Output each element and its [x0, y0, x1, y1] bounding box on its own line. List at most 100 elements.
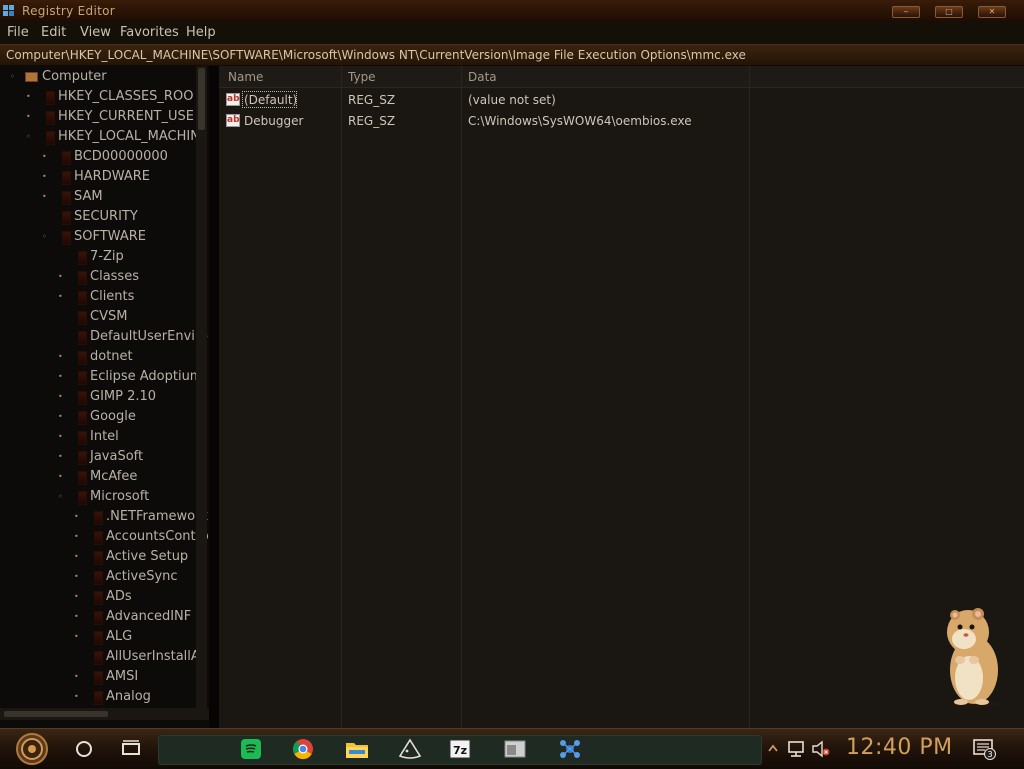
pane-splitter[interactable]	[209, 66, 219, 728]
tree-node[interactable]: • Intel	[0, 428, 196, 448]
tree-node[interactable]: • Active Setup	[0, 548, 196, 568]
window-app-icon[interactable]	[503, 737, 527, 761]
expand-arrow-icon[interactable]: •	[74, 533, 82, 541]
expand-arrow-icon[interactable]: •	[74, 513, 82, 521]
tree-node[interactable]: • GIMP 2.10	[0, 388, 196, 408]
expand-arrow-icon[interactable]: •	[58, 433, 66, 441]
tree-node[interactable]: CVSM	[0, 308, 196, 328]
scrollbar-thumb[interactable]	[4, 711, 108, 717]
collapse-arrow-icon[interactable]: ◦	[42, 233, 50, 241]
tree-node[interactable]: • Analog	[0, 688, 196, 708]
tree-node[interactable]: ◦ SOFTWARE	[0, 228, 196, 248]
expand-arrow-icon[interactable]: •	[58, 473, 66, 481]
address-bar[interactable]: Computer\HKEY_LOCAL_MACHINE\SOFTWARE\Mic…	[0, 44, 1024, 66]
tree-node[interactable]: ◦ Computer	[0, 68, 196, 88]
tree-node[interactable]: • ADs	[0, 588, 196, 608]
tree-node[interactable]: • AccountsContro	[0, 528, 209, 548]
tree-node[interactable]: • McAfee	[0, 468, 196, 488]
expand-arrow-icon[interactable]: •	[58, 393, 66, 401]
menu-edit[interactable]: Edit	[41, 25, 66, 40]
show-hidden-icons-icon[interactable]	[766, 737, 780, 761]
column-divider[interactable]	[341, 66, 342, 728]
tree-node[interactable]: • Classes	[0, 268, 196, 288]
expand-arrow-icon[interactable]: •	[58, 293, 66, 301]
tree-node[interactable]: DefaultUserEnviror	[0, 328, 209, 348]
expand-arrow-icon[interactable]: •	[26, 113, 34, 121]
expand-arrow-icon[interactable]: •	[58, 453, 66, 461]
spotify-icon[interactable]	[239, 737, 263, 761]
tree-node[interactable]: • dotnet	[0, 348, 196, 368]
tree-node[interactable]: • AdvancedINF S	[0, 608, 204, 628]
value-row-debugger[interactable]: ab Debugger REG_SZ C:\Windows\SysWOW64\o…	[219, 111, 1024, 131]
tree-vertical-scrollbar[interactable]	[196, 66, 207, 711]
column-divider[interactable]	[749, 66, 750, 728]
tree-node[interactable]: ◦ Microsoft	[0, 488, 196, 508]
close-button[interactable]: ✕	[978, 6, 1006, 18]
menu-view[interactable]: View	[80, 25, 111, 40]
column-type[interactable]: Type	[348, 70, 376, 84]
tree-node[interactable]: • SAM	[0, 188, 196, 208]
tree-node[interactable]: • Google	[0, 408, 196, 428]
tree-node[interactable]: SECURITY	[0, 208, 196, 228]
tree-node[interactable]: • BCD00000000	[0, 148, 196, 168]
column-name[interactable]: Name	[228, 70, 263, 84]
tree-node[interactable]: • HKEY_CURRENT_USE	[0, 108, 196, 128]
tree-horizontal-scrollbar[interactable]	[0, 708, 209, 720]
menu-help[interactable]: Help	[186, 25, 216, 40]
tree-node[interactable]: • ActiveSync	[0, 568, 196, 588]
file-explorer-icon[interactable]	[344, 737, 370, 761]
action-center-icon[interactable]: 3	[972, 737, 998, 761]
expand-arrow-icon[interactable]: •	[42, 193, 50, 201]
network-icon[interactable]	[786, 737, 808, 761]
column-divider[interactable]	[461, 66, 462, 728]
menu-file[interactable]: File	[7, 25, 29, 40]
minimize-button[interactable]: ‒	[892, 6, 920, 18]
expand-arrow-icon[interactable]: •	[58, 273, 66, 281]
tree-node[interactable]: • HKEY_CLASSES_ROO	[0, 88, 196, 108]
inkscape-icon[interactable]	[397, 737, 423, 761]
start-button-icon[interactable]	[12, 732, 52, 766]
menu-favorites[interactable]: Favorites	[120, 25, 179, 40]
collapse-arrow-icon[interactable]: ◦	[10, 73, 18, 81]
chrome-icon[interactable]	[291, 737, 315, 761]
scrollbar-thumb[interactable]	[198, 68, 205, 130]
network-app-icon[interactable]	[557, 737, 583, 761]
tree-node[interactable]: • .NETFramework	[0, 508, 208, 528]
expand-arrow-icon[interactable]: •	[74, 553, 82, 561]
value-row-default[interactable]: ab (Default) REG_SZ (value not set)	[219, 90, 1024, 110]
tree-node[interactable]: • JavaSoft	[0, 448, 196, 468]
tree-node[interactable]: ◦ HKEY_LOCAL_MACHIN	[0, 128, 200, 148]
tree-node[interactable]: 7-Zip	[0, 248, 196, 268]
column-data[interactable]: Data	[468, 70, 497, 84]
expand-arrow-icon[interactable]: •	[42, 173, 50, 181]
task-view-icon[interactable]	[119, 737, 143, 761]
expand-arrow-icon[interactable]: •	[58, 353, 66, 361]
registry-tree[interactable]: ◦ Computer • HKEY_CLASSES_ROO • HKEY_CURRENT_…	[0, 66, 209, 728]
expand-arrow-icon[interactable]: •	[74, 613, 82, 621]
tree-node[interactable]: • AMSI	[0, 668, 196, 688]
tree-node[interactable]: • HARDWARE	[0, 168, 196, 188]
hamster-pet-icon[interactable]	[938, 602, 1008, 710]
tree-node[interactable]: • Clients	[0, 288, 196, 308]
maximize-button[interactable]: □	[935, 6, 963, 18]
expand-arrow-icon[interactable]: •	[74, 673, 82, 681]
expand-arrow-icon[interactable]: •	[74, 693, 82, 701]
7zip-icon[interactable]: 7z	[448, 737, 472, 761]
expand-arrow-icon[interactable]: •	[58, 373, 66, 381]
search-circle-icon[interactable]	[72, 737, 96, 761]
tree-node[interactable]: • Eclipse Adoptium	[0, 368, 202, 388]
value-list[interactable]: Name Type Data ab (Default) REG_SZ (valu…	[219, 66, 1024, 728]
collapse-arrow-icon[interactable]: ◦	[26, 133, 34, 141]
clock[interactable]: 12:40 PM	[846, 735, 953, 760]
collapse-arrow-icon[interactable]: ◦	[58, 493, 66, 501]
expand-arrow-icon[interactable]: •	[74, 593, 82, 601]
tree-node[interactable]: • ALG	[0, 628, 196, 648]
address-path[interactable]: Computer\HKEY_LOCAL_MACHINE\SOFTWARE\Mic…	[6, 48, 746, 62]
expand-arrow-icon[interactable]: •	[74, 633, 82, 641]
expand-arrow-icon[interactable]: •	[58, 413, 66, 421]
tree-node[interactable]: AllUserInstallAg	[0, 648, 208, 668]
expand-arrow-icon[interactable]: •	[42, 153, 50, 161]
volume-muted-icon[interactable]	[810, 737, 832, 761]
expand-arrow-icon[interactable]: •	[74, 573, 82, 581]
expand-arrow-icon[interactable]: •	[26, 93, 34, 101]
